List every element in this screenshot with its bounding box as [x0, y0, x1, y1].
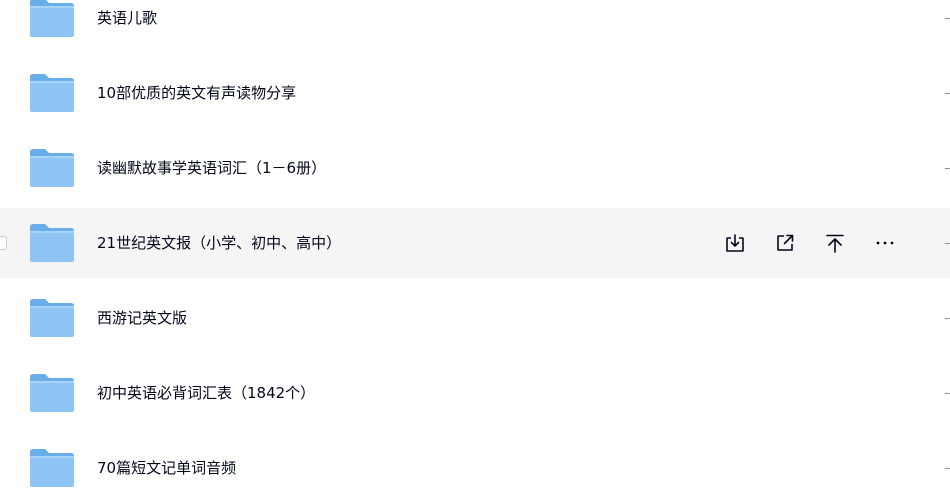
share-button[interactable]: [770, 228, 800, 258]
file-row[interactable]: 初中英语必背词汇表（1842个）: [0, 358, 950, 428]
folder-icon: [30, 374, 74, 412]
column-divider: [945, 93, 950, 94]
column-divider: [945, 468, 950, 469]
file-name[interactable]: 10部优质的英文有声读物分享: [97, 82, 296, 104]
file-name[interactable]: 21世纪英文报（小学、初中、高中）: [97, 232, 341, 254]
download-icon: [726, 234, 744, 252]
column-divider: [945, 318, 950, 319]
folder-icon: [30, 149, 74, 187]
share-icon: [777, 234, 794, 251]
download-button[interactable]: [720, 228, 750, 258]
pin-to-top-icon: [826, 234, 844, 253]
file-row[interactable]: 70篇短文记单词音频: [0, 433, 950, 503]
folder-icon: [30, 299, 74, 337]
file-row-hovered[interactable]: 21世纪英文报（小学、初中、高中）: [0, 208, 950, 278]
more-icon: [876, 241, 894, 245]
column-divider: [945, 168, 950, 169]
column-divider: [945, 243, 950, 244]
column-divider: [945, 18, 950, 19]
more-button[interactable]: [870, 228, 900, 258]
file-row[interactable]: 10部优质的英文有声读物分享: [0, 58, 950, 128]
file-name[interactable]: 初中英语必背词汇表（1842个）: [97, 382, 315, 404]
folder-icon: [30, 224, 74, 262]
column-divider: [945, 393, 950, 394]
file-name[interactable]: 西游记英文版: [97, 307, 187, 329]
pin-to-top-button[interactable]: [820, 228, 850, 258]
file-row[interactable]: 西游记英文版: [0, 283, 950, 353]
file-name[interactable]: 70篇短文记单词音频: [97, 457, 236, 479]
row-checkbox[interactable]: [0, 236, 7, 250]
file-name[interactable]: 英语儿歌: [97, 7, 157, 29]
file-row[interactable]: 英语儿歌: [0, 0, 950, 53]
folder-icon: [30, 449, 74, 487]
folder-icon: [30, 74, 74, 112]
file-name[interactable]: 读幽默故事学英语词汇（1－6册）: [97, 157, 326, 179]
file-row[interactable]: 读幽默故事学英语词汇（1－6册）: [0, 133, 950, 203]
file-list: 英语儿歌 10部优质的英文有声读物分享 读幽默故事学英语词汇（1－6册） 21世…: [0, 0, 950, 494]
folder-icon: [30, 0, 74, 37]
